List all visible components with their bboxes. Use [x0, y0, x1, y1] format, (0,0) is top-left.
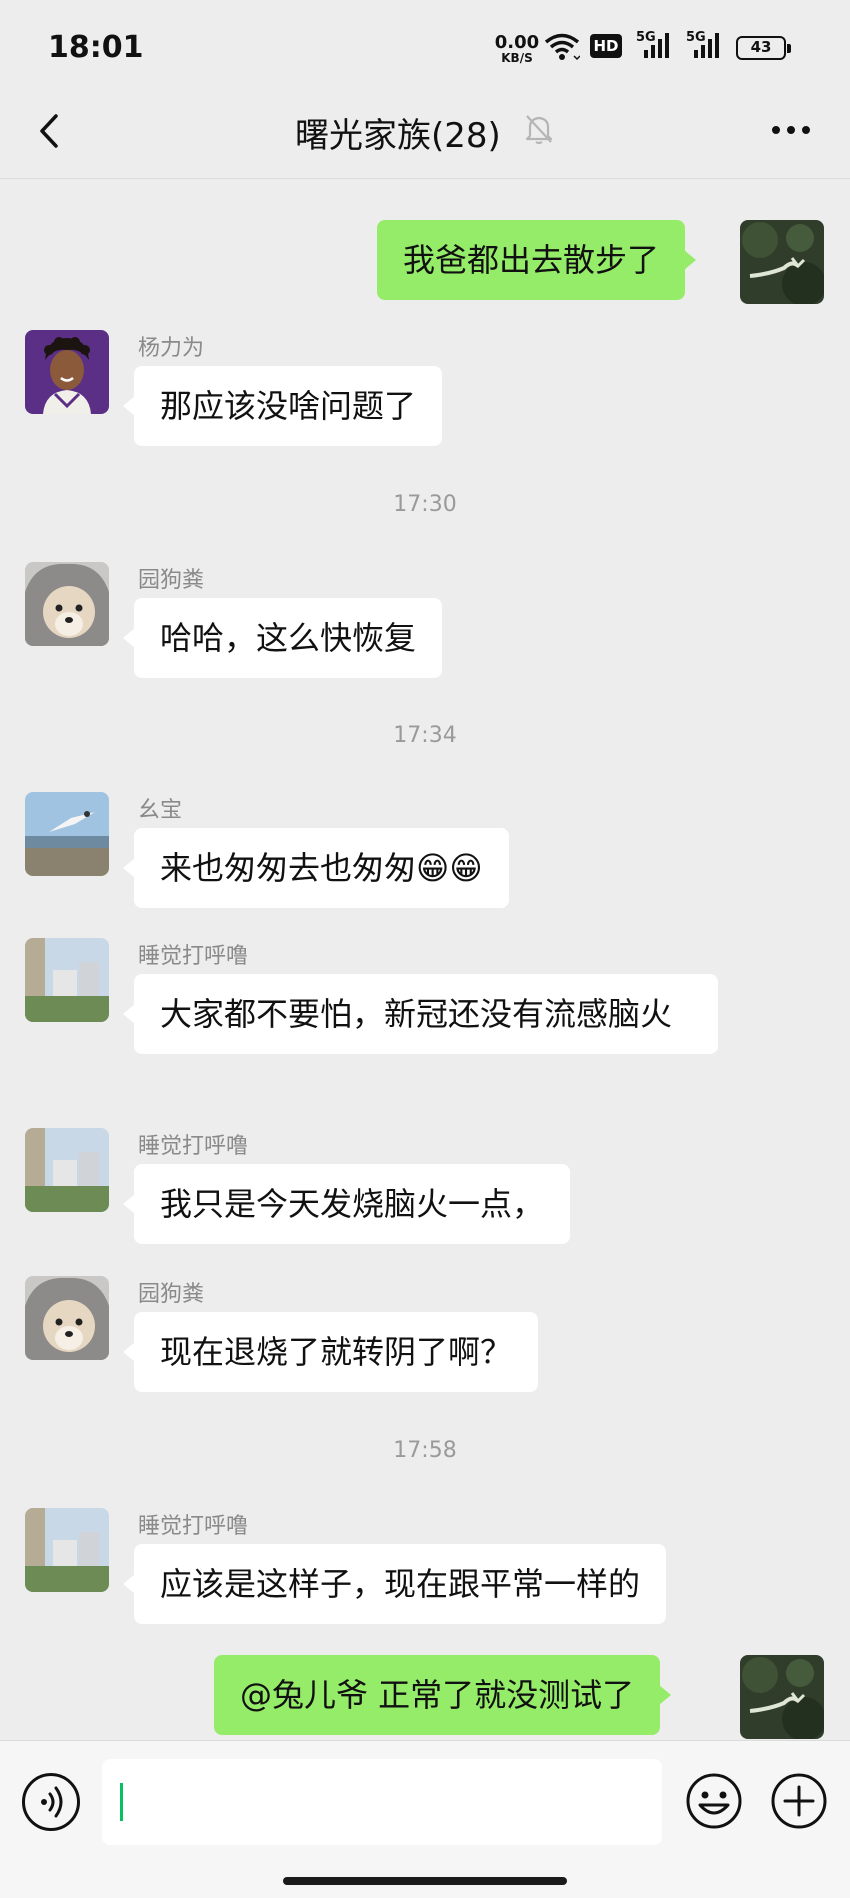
message-list[interactable]: 我爸都出去散步了 杨力为 那应该没啥问题了 17:30 园狗粪 哈哈，这么快恢复…	[0, 180, 850, 1740]
plus-icon[interactable]	[769, 1771, 829, 1831]
message-timestamp: 17:30	[393, 492, 457, 517]
message-bubble[interactable]: 那应该没啥问题了	[122, 366, 443, 446]
sender-name: 睡觉打呼噜	[138, 944, 249, 969]
hd-voice-icon: HD	[590, 34, 622, 58]
status-bar: 18:01 0.00 KB/S HD 5G 5G 43	[0, 0, 850, 100]
message-input[interactable]	[102, 1759, 662, 1845]
message-bubble[interactable]: 应该是这样子，现在跟平常一样的	[122, 1544, 667, 1624]
header-divider	[0, 178, 850, 179]
message-bubble[interactable]: 大家都不要怕，新冠还没有流感脑火	[123, 974, 718, 1054]
avatar[interactable]	[25, 938, 109, 1022]
chat-header: 曙光家族(28)	[0, 100, 850, 180]
sender-name: 睡觉打呼噜	[138, 1134, 249, 1159]
network-speed-value: 0.00	[494, 32, 540, 53]
text-cursor	[120, 1783, 123, 1821]
sender-name: 杨力为	[138, 336, 205, 361]
wifi-icon	[544, 33, 580, 61]
message-timestamp: 17:58	[393, 1438, 457, 1463]
sender-name: 园狗粪	[138, 1282, 205, 1307]
message-bubble[interactable]: 来也匆匆去也匆匆😁😁	[123, 828, 509, 908]
avatar[interactable]	[25, 1508, 109, 1592]
voice-icon	[41, 1786, 63, 1818]
avatar[interactable]	[25, 1128, 109, 1212]
mute-bell-icon	[525, 115, 553, 145]
message-bubble-own[interactable]: @兔儿爷 正常了就没测试了	[214, 1655, 672, 1735]
avatar[interactable]	[25, 330, 109, 414]
sender-name: 幺宝	[138, 798, 183, 823]
sender-name: 睡觉打呼噜	[138, 1514, 249, 1539]
back-icon[interactable]	[26, 106, 76, 156]
emoji-icon[interactable]	[684, 1771, 744, 1831]
input-bar	[0, 1740, 850, 1898]
message-bubble[interactable]: 我只是今天发烧脑火一点，	[122, 1164, 571, 1244]
avatar[interactable]	[25, 1276, 109, 1360]
avatar[interactable]	[25, 562, 109, 646]
more-icon[interactable]	[766, 110, 816, 150]
message-timestamp: 17:34	[393, 723, 457, 748]
sender-name: 园狗粪	[138, 568, 205, 593]
message-bubble[interactable]: 哈哈，这么快恢复	[122, 598, 443, 678]
message-bubble-own[interactable]: 我爸都出去散步了	[377, 220, 697, 300]
chat-title-wrap: 曙光家族(28)	[295, 108, 501, 157]
avatar[interactable]	[740, 1655, 824, 1739]
avatar[interactable]	[25, 792, 109, 876]
network-speed-unit: KB/S	[501, 51, 533, 65]
home-indicator[interactable]	[283, 1877, 567, 1885]
voice-button[interactable]	[22, 1773, 80, 1831]
network-speed: 0.00 KB/S	[494, 32, 540, 65]
status-time: 18:01	[48, 30, 144, 65]
chat-title: 曙光家族(28)	[295, 116, 501, 156]
avatar[interactable]	[740, 220, 824, 304]
message-bubble[interactable]: 现在退烧了就转阴了啊？	[122, 1312, 539, 1392]
battery-icon: 43	[736, 36, 791, 60]
